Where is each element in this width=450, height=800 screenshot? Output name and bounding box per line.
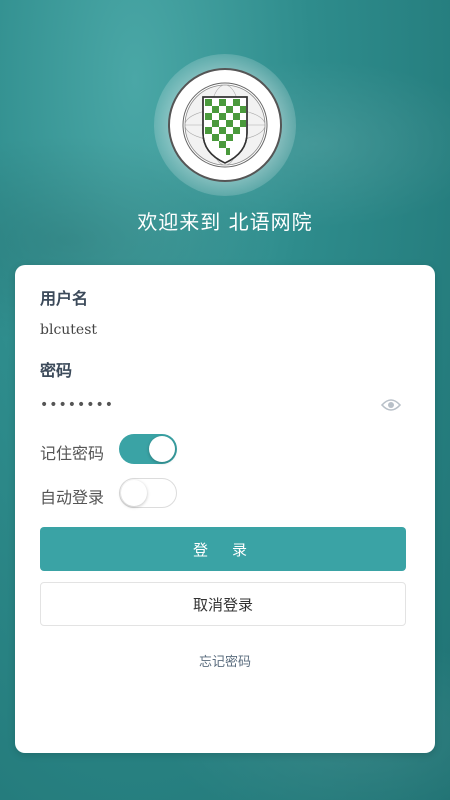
eye-icon[interactable] <box>381 397 401 413</box>
university-emblem-icon <box>168 68 282 182</box>
remember-password-label: 记住密码 <box>40 444 105 463</box>
login-card: 用户名 blcutest 密码 •••••••• 记住密码 自动登录 登录 取消… <box>15 265 435 753</box>
username-label: 用户名 <box>40 289 89 308</box>
auto-login-toggle[interactable] <box>119 478 177 508</box>
forgot-password-link[interactable]: 忘记密码 <box>15 651 435 670</box>
toggle-knob <box>121 480 147 506</box>
password-input[interactable]: •••••••• <box>40 397 114 413</box>
toggle-knob <box>149 436 175 462</box>
university-logo <box>154 54 296 196</box>
login-button[interactable]: 登录 <box>40 527 406 571</box>
cancel-login-button[interactable]: 取消登录 <box>40 582 406 626</box>
remember-password-toggle[interactable] <box>119 434 177 464</box>
welcome-title: 欢迎来到 北语网院 <box>137 210 313 234</box>
username-input[interactable]: blcutest <box>40 322 97 338</box>
auto-login-label: 自动登录 <box>40 488 105 507</box>
password-label: 密码 <box>40 361 73 380</box>
